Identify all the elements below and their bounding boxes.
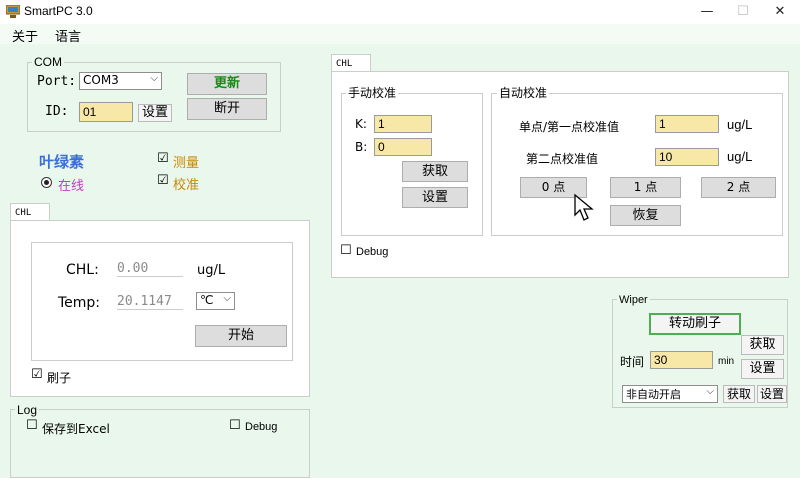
chevron-down-icon: ⌵ <box>150 73 158 84</box>
wiper-group-label: Wiper <box>617 294 650 306</box>
manual-calibration-label: 手动校准 <box>346 86 399 100</box>
chl-label: CHL: <box>66 262 99 278</box>
wiper-get-button[interactable]: 获取 <box>741 335 784 355</box>
log-debug-checkbox[interactable]: ☐ <box>229 419 241 433</box>
b-label: B: <box>355 140 368 154</box>
wiper-set-button[interactable]: 设置 <box>741 359 784 379</box>
id-label: ID: <box>45 104 69 119</box>
auto-calibration-label: 自动校准 <box>497 86 550 100</box>
id-set-button[interactable]: 设置 <box>138 104 172 122</box>
point1-field[interactable]: 1 <box>655 115 719 133</box>
calibration-debug-checkbox[interactable]: ☐ <box>340 244 352 258</box>
brush-checkbox[interactable]: ☑ <box>31 368 43 382</box>
point1-unit: ug/L <box>727 117 753 132</box>
tab-chl-left[interactable]: CHL <box>10 203 50 221</box>
calibrate-checkbox[interactable]: ☑ <box>157 174 169 188</box>
menu-language[interactable]: 语言 <box>55 26 81 45</box>
save-excel-checkbox[interactable]: ☐ <box>26 419 38 433</box>
save-excel-label: 保存到Excel <box>42 422 110 436</box>
point2-unit: ug/L <box>727 149 753 164</box>
disconnect-button[interactable]: 断开 <box>187 98 267 120</box>
log-debug-label: Debug <box>245 421 278 433</box>
id-field[interactable]: 01 <box>79 102 133 122</box>
online-radio[interactable] <box>41 177 52 188</box>
temp-label: Temp: <box>58 295 101 311</box>
point2-field[interactable]: 10 <box>655 148 719 166</box>
mouse-cursor-icon <box>574 193 594 221</box>
tab-chl-right[interactable]: CHL <box>331 54 371 72</box>
temp-unit-select[interactable]: ℃ ⌵ <box>196 292 235 310</box>
title-bar: SmartPC 3.0 — ☐ ✕ <box>0 0 800 24</box>
brush-label: 刷子 <box>47 371 72 385</box>
b-field[interactable]: 0 <box>374 138 432 156</box>
one-point-button[interactable]: 1 点 <box>610 177 681 198</box>
chevron-down-icon: ⌵ <box>223 293 231 304</box>
wiper-mode-value: 非自动开启 <box>626 388 681 401</box>
temp-unit-value: ℃ <box>200 293 214 307</box>
point2-label: 第二点校准值 <box>526 152 599 166</box>
k-field[interactable]: 1 <box>374 115 432 133</box>
chl-unit: ug/L <box>197 263 226 278</box>
menu-about[interactable]: 关于 <box>12 26 38 45</box>
log-group-label: Log <box>15 403 40 417</box>
chl-value: 0.00 <box>117 261 183 277</box>
time-label: 时间 <box>620 355 645 369</box>
com-group-label: COM <box>32 55 64 69</box>
manual-get-button[interactable]: 获取 <box>402 161 468 182</box>
port-value: COM3 <box>83 73 119 87</box>
wiper-set-button-2[interactable]: 设置 <box>757 385 787 403</box>
k-label: K: <box>355 117 367 131</box>
time-field[interactable]: 30 <box>650 351 713 369</box>
device-name: 叶绿素 <box>39 153 85 171</box>
rotate-brush-button[interactable]: 转动刷子 <box>649 313 741 335</box>
temp-value: 20.1147 <box>117 294 183 310</box>
chevron-down-icon: ⌵ <box>706 386 714 397</box>
manual-set-button[interactable]: 设置 <box>402 187 468 208</box>
point1-label: 单点/第一点校准值 <box>519 120 620 134</box>
restore-button[interactable]: 恢复 <box>610 205 681 226</box>
start-button[interactable]: 开始 <box>195 325 287 347</box>
port-select[interactable]: COM3 ⌵ <box>79 72 162 90</box>
wiper-mode-select[interactable]: 非自动开启 ⌵ <box>622 385 718 403</box>
two-point-button[interactable]: 2 点 <box>701 177 776 198</box>
window-title: SmartPC 3.0 <box>24 4 93 18</box>
time-unit: min <box>718 356 735 367</box>
wiper-get-button-2[interactable]: 获取 <box>723 385 755 403</box>
update-button[interactable]: 更新 <box>187 73 267 95</box>
maximize-button[interactable]: ☐ <box>729 2 757 22</box>
calibrate-label: 校准 <box>173 178 200 193</box>
port-label: Port: <box>37 74 77 89</box>
minimize-button[interactable]: — <box>693 2 721 22</box>
app-icon <box>6 5 20 18</box>
online-label: 在线 <box>58 179 85 194</box>
measure-checkbox[interactable]: ☑ <box>157 152 169 166</box>
calibration-debug-label: Debug <box>356 246 389 258</box>
measure-label: 测量 <box>173 156 200 171</box>
menu-bar: 关于 语言 <box>0 24 800 45</box>
close-button[interactable]: ✕ <box>766 2 794 22</box>
